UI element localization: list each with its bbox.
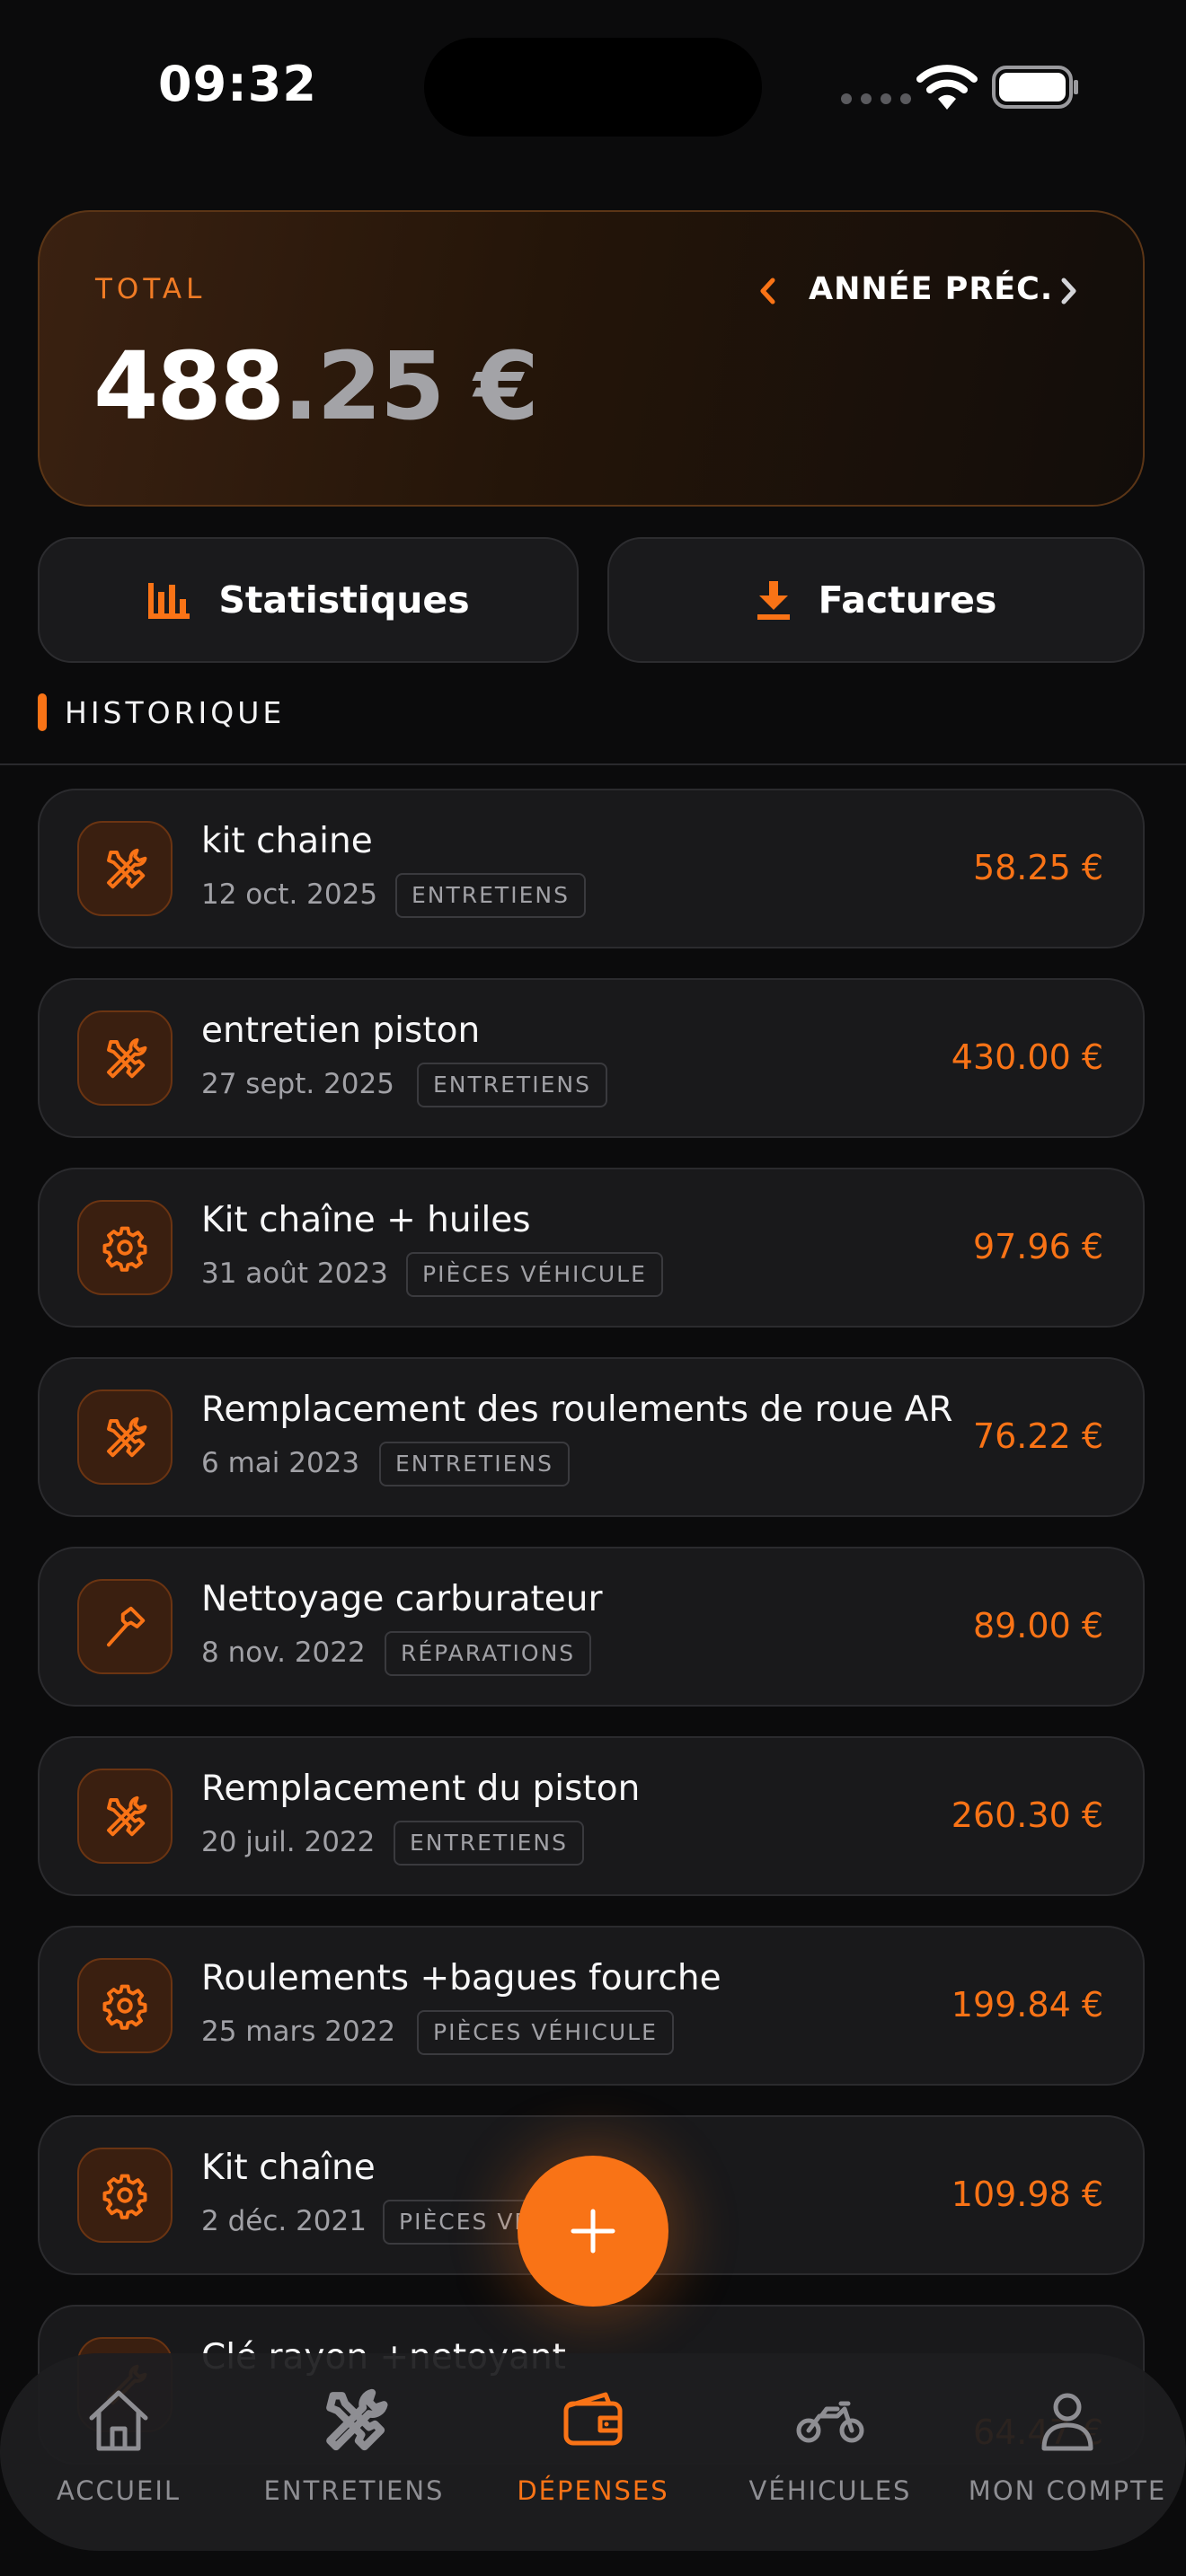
expense-date: 31 août 2023 — [201, 1257, 388, 1290]
wallet-icon — [557, 2384, 629, 2456]
previous-period-button[interactable] — [753, 271, 783, 311]
tab-label: VÉHICULES — [748, 2475, 912, 2506]
expense-amount: 97.96 € — [972, 1227, 1103, 1266]
tab-accueil[interactable]: ACCUEIL — [11, 2384, 226, 2506]
category-badge: PIÈCES VÉHICULE — [417, 2010, 674, 2055]
tools-icon — [318, 2384, 390, 2456]
cellular-signal-icon — [841, 93, 911, 104]
plus-icon — [571, 2209, 615, 2254]
expense-title: entretien piston — [201, 1010, 481, 1051]
expense-row[interactable]: Remplacement du piston 20 juil. 2022 ENTRE… — [38, 1736, 1145, 1896]
motorcycle-icon — [794, 2384, 866, 2456]
category-badge: ENTRETIENS — [394, 1821, 584, 1866]
battery-icon — [992, 66, 1078, 109]
expense-row[interactable]: Kit chaîne + huiles 31 août 2023 PIÈCES VÉ… — [38, 1168, 1145, 1328]
invoices-button[interactable]: Factures — [607, 537, 1145, 663]
expense-title: kit chaine — [201, 821, 373, 861]
expense-amount: 89.00 € — [972, 1606, 1103, 1645]
home-icon — [83, 2384, 155, 2456]
expense-amount: 199.84 € — [951, 1985, 1103, 2025]
expense-amount: 109.98 € — [951, 2175, 1103, 2214]
gear-icon — [77, 1200, 173, 1295]
expense-date: 12 oct. 2025 — [201, 878, 378, 911]
tab-label: ACCUEIL — [56, 2475, 181, 2506]
expense-title: Roulements +bagues fourche — [201, 1958, 721, 1998]
expense-date: 25 mars 2022 — [201, 2016, 396, 2048]
total-amount: 488.25 € — [93, 331, 539, 441]
expense-title: Nettoyage carburateur — [201, 1579, 603, 1619]
expense-date: 6 mai 2023 — [201, 1447, 360, 1479]
expense-date: 2 déc. 2021 — [201, 2205, 367, 2237]
category-badge: ENTRETIENS — [379, 1442, 570, 1486]
gear-icon — [77, 1958, 173, 2053]
expense-title: Kit chaîne + huiles — [201, 1200, 531, 1240]
statistics-button[interactable]: Statistiques — [38, 537, 579, 663]
statistics-label: Statistiques — [218, 578, 470, 622]
expense-row[interactable]: Remplacement des roulements de roue AR 6 … — [38, 1357, 1145, 1517]
total-label: TOTAL — [95, 273, 207, 305]
download-icon — [757, 581, 790, 620]
expense-amount: 58.25 € — [972, 848, 1103, 887]
category-badge: PIÈCES VÉHICULE — [406, 1252, 663, 1297]
wifi-icon — [916, 65, 978, 110]
add-expense-button[interactable] — [518, 2156, 668, 2307]
tab-label: ENTRETIENS — [263, 2475, 445, 2506]
expense-date: 27 sept. 2025 — [201, 1068, 394, 1100]
expense-title: Remplacement du piston — [201, 1769, 641, 1809]
expense-date: 8 nov. 2022 — [201, 1636, 366, 1669]
tools-icon — [77, 1769, 173, 1864]
next-period-button[interactable] — [1053, 271, 1084, 311]
tools-icon — [77, 821, 173, 916]
divider — [0, 763, 1186, 765]
expense-date: 20 juil. 2022 — [201, 1826, 376, 1858]
expense-amount: 260.30 € — [951, 1795, 1103, 1835]
tab-label: DÉPENSES — [517, 2475, 669, 2506]
tab-véhicules[interactable]: VÉHICULES — [722, 2384, 938, 2506]
expense-title: Kit chaîne — [201, 2148, 376, 2188]
period-label: ANNÉE PRÉC. — [809, 271, 1054, 307]
bar-chart-icon — [148, 583, 190, 619]
tab-label: MON COMPTE — [968, 2475, 1167, 2506]
category-badge: ENTRETIENS — [395, 873, 586, 918]
hammer-icon — [77, 1579, 173, 1674]
expense-row[interactable]: entretien piston 27 sept. 2025 ENTRETIENS 4… — [38, 978, 1145, 1138]
tools-icon — [77, 1010, 173, 1106]
category-badge: RÉPARATIONS — [385, 1631, 592, 1676]
expense-row[interactable]: kit chaine 12 oct. 2025 ENTRETIENS 58.25 € — [38, 789, 1145, 948]
category-badge: ENTRETIENS — [417, 1063, 607, 1107]
tab-dépenses[interactable]: DÉPENSES — [485, 2384, 701, 2506]
tab-entretiens[interactable]: ENTRETIENS — [246, 2384, 462, 2506]
tab-mon-compte[interactable]: MON COMPTE — [960, 2384, 1175, 2506]
expense-amount: 76.22 € — [972, 1416, 1103, 1456]
tools-icon — [77, 1389, 173, 1485]
gear-icon — [77, 2148, 173, 2243]
expense-title: Remplacement des roulements de roue AR — [201, 1389, 953, 1430]
invoices-label: Factures — [818, 578, 997, 622]
user-icon — [1031, 2384, 1103, 2456]
expense-row[interactable]: Nettoyage carburateur 8 nov. 2022 RÉPARATI… — [38, 1547, 1145, 1707]
section-accent-bar — [38, 693, 47, 731]
expense-amount: 430.00 € — [951, 1037, 1103, 1077]
dynamic-island — [424, 38, 762, 137]
expense-row[interactable]: Roulements +bagues fourche 25 mars 2022 PI… — [38, 1926, 1145, 2086]
history-title: HISTORIQUE — [65, 695, 286, 730]
status-time: 09:32 — [158, 56, 317, 112]
